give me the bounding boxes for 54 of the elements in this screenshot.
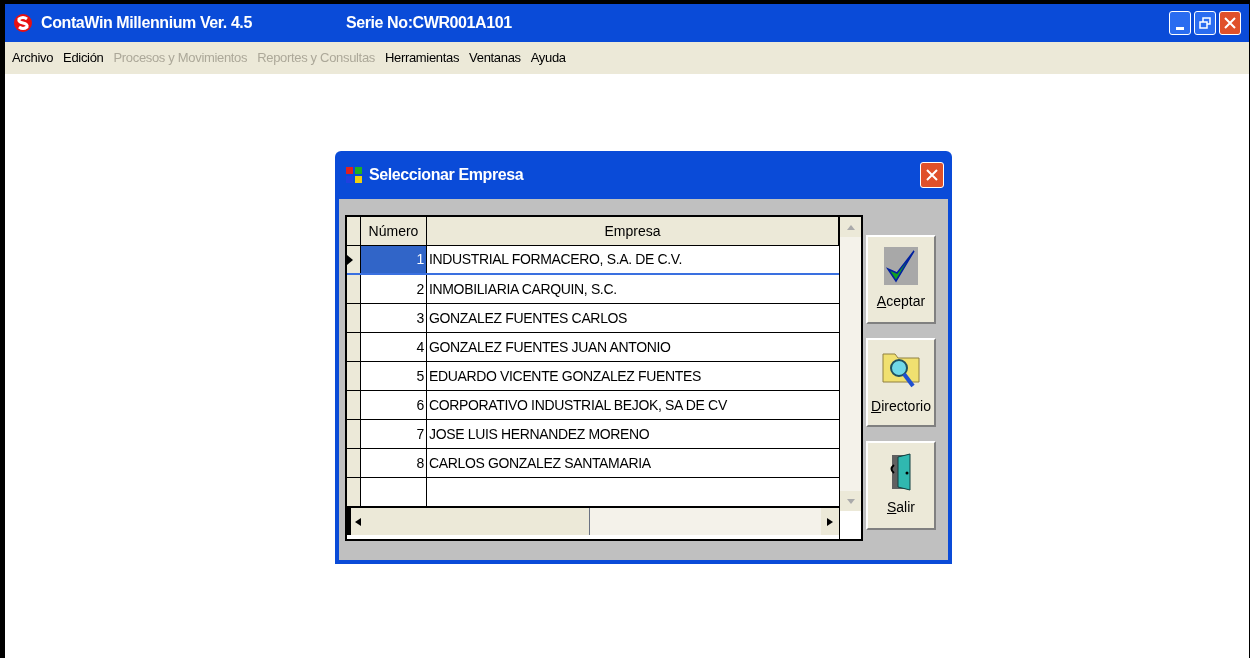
table-cell[interactable]: 6 xyxy=(361,391,427,419)
table-row[interactable]: 6 CORPORATIVO INDUSTRIAL BEJOK, SA DE CV xyxy=(347,391,839,420)
close-icon xyxy=(1224,17,1236,29)
dialog-title: Seleccionar Empresa xyxy=(369,165,524,185)
serial-number: Serie No:CWR001A101 xyxy=(345,13,512,33)
column-header[interactable]: Número xyxy=(361,217,427,245)
table-cell[interactable]: CARLOS GONZALEZ SANTAMARIA xyxy=(427,449,839,477)
table-cell[interactable]: 8 xyxy=(361,449,427,477)
toolbar-button[interactable]: Aceptar xyxy=(866,235,936,324)
table-cell[interactable]: JOSE LUIS HERNANDEZ MORENO xyxy=(427,420,839,448)
app-logo-icon xyxy=(13,12,33,34)
restore-icon xyxy=(1199,17,1211,29)
toolbar-button[interactable]: Directorio xyxy=(866,338,936,427)
table-row[interactable]: 2 INMOBILIARIA CARQUIN, S.C. xyxy=(347,275,839,304)
close-button[interactable] xyxy=(1219,11,1241,35)
menu-item[interactable]: Ventanas xyxy=(465,48,525,68)
table-row[interactable]: 3 GONZALEZ FUENTES CARLOS xyxy=(347,304,839,333)
right-arrow-icon xyxy=(827,517,833,526)
table-cell[interactable]: GONZALEZ FUENTES JUAN ANTONIO xyxy=(427,333,839,361)
windows-flag-icon xyxy=(343,165,365,185)
window-title: ContaWin Millennium Ver. 4.5 xyxy=(41,13,252,33)
minimize-button[interactable] xyxy=(1169,11,1191,35)
table-row[interactable]: 7 JOSE LUIS HERNANDEZ MORENO xyxy=(347,420,839,449)
checkmark-icon xyxy=(884,247,918,285)
table-cell[interactable]: 4 xyxy=(361,333,427,361)
up-arrow-icon xyxy=(846,224,855,230)
horizontal-scrollbar[interactable] xyxy=(365,508,821,535)
table-cell[interactable]: 7 xyxy=(361,420,427,448)
table-row[interactable]: 1 INDUSTRIAL FORMACERO, S.A. DE C.V. xyxy=(347,246,839,275)
door-icon xyxy=(888,453,914,491)
table-row[interactable]: 4 GONZALEZ FUENTES JUAN ANTONIO xyxy=(347,333,839,362)
vertical-scrollbar[interactable] xyxy=(839,217,861,539)
table-cell[interactable]: 1 xyxy=(361,246,427,273)
table-cell[interactable]: 5 xyxy=(361,362,427,390)
table-cell[interactable]: EDUARDO VICENTE GONZALEZ FUENTES xyxy=(427,362,839,390)
left-arrow-icon xyxy=(355,517,361,526)
table-row[interactable]: 5 EDUARDO VICENTE GONZALEZ FUENTES xyxy=(347,362,839,391)
menu-item[interactable]: Ayuda xyxy=(526,48,570,68)
table-cell[interactable]: INDUSTRIAL FORMACERO, S.A. DE C.V. xyxy=(427,246,839,273)
close-icon xyxy=(926,169,938,181)
scroll-thumb[interactable] xyxy=(365,508,590,535)
menu-item[interactable]: Herramientas xyxy=(380,48,464,68)
table-cell[interactable]: GONZALEZ FUENTES CARLOS xyxy=(427,304,839,332)
restore-button[interactable] xyxy=(1194,11,1216,35)
table-cell[interactable]: INMOBILIARIA CARQUIN, S.C. xyxy=(427,275,839,303)
table-row[interactable]: 8 CARLOS GONZALEZ SANTAMARIA xyxy=(347,449,839,478)
table-cell[interactable]: CORPORATIVO INDUSTRIAL BEJOK, SA DE CV xyxy=(427,391,839,419)
down-arrow-icon xyxy=(846,498,855,504)
menu-item[interactable]: Archivo xyxy=(8,48,58,68)
toolbar-button[interactable]: Salir xyxy=(866,441,936,530)
table-cell[interactable]: 2 xyxy=(361,275,427,303)
table-cell[interactable]: 3 xyxy=(361,304,427,332)
menu-item[interactable]: Edición xyxy=(59,48,108,68)
close-button[interactable] xyxy=(920,162,944,188)
